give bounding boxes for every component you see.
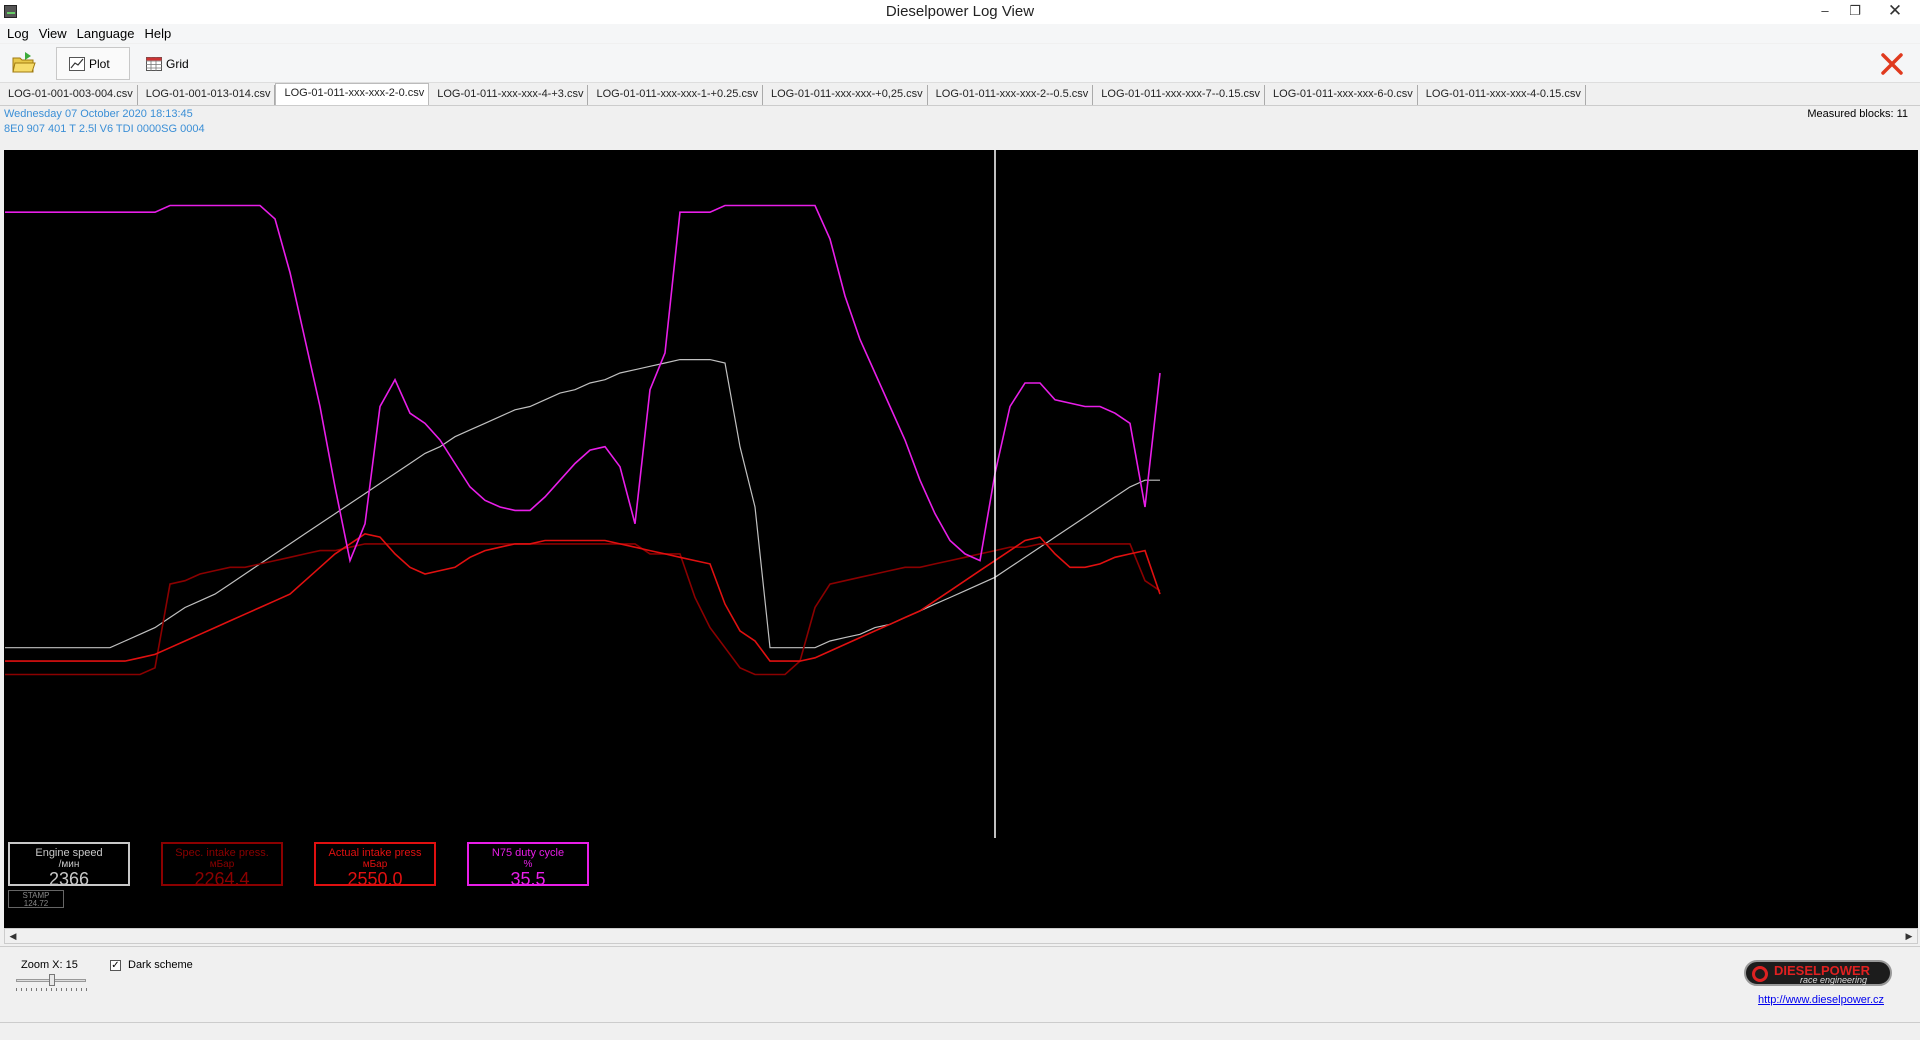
series-line-spec-intake-press- — [5, 543, 1161, 676]
gauge-name: Engine speed — [35, 847, 103, 859]
tab-file[interactable]: LOG-01-001-003-004.csv — [0, 85, 138, 105]
series-line-engine-speed — [5, 359, 1160, 649]
log-info: Wednesday 07 October 2020 18:13:45 8E0 9… — [4, 107, 205, 137]
grid-button[interactable]: Grid — [134, 47, 204, 80]
dark-scheme-label: Dark scheme — [128, 959, 193, 971]
status-bar — [0, 1022, 1920, 1040]
measured-blocks: Measured blocks: 11 — [1807, 108, 1908, 120]
gauge-spec-intake: Spec. intake press. мБар 2264.4 — [161, 842, 283, 889]
tab-file[interactable]: LOG-01-011-xxx-xxx-1-+0.25.csv — [588, 85, 763, 105]
ecu-id: 8E0 907 401 T 2.5l V6 TDI 0000SG 0004 — [4, 123, 205, 135]
gauge-n75-duty: N75 duty cycle % 35.5 — [467, 842, 589, 889]
plot-icon — [69, 56, 85, 71]
logo-turbo-icon — [1752, 966, 1768, 982]
tab-file-active[interactable]: LOG-01-011-xxx-xxx-2-0.csv — [275, 83, 430, 105]
toolbar: Plot Grid — [0, 44, 1920, 83]
stamp-box: STAMP 124.72 — [8, 890, 64, 908]
tab-file[interactable]: LOG-01-011-xxx-xxx-6-0.csv — [1265, 85, 1418, 105]
title-bar: Dieselpower Log View – ❐ ✕ — [0, 0, 1920, 24]
grid-icon — [146, 56, 162, 71]
tab-file[interactable]: LOG-01-011-xxx-xxx-4-0.15.csv — [1418, 85, 1586, 105]
gauge-value: 2264.4 — [194, 869, 250, 889]
menu-language[interactable]: Language — [72, 24, 140, 43]
slider-ticks — [16, 988, 88, 991]
window-controls: – ❐ ✕ — [1810, 0, 1920, 22]
logo-subtext: race engineering — [1800, 975, 1868, 985]
dark-scheme-checkbox[interactable]: ✓ — [110, 959, 121, 971]
menu-help[interactable]: Help — [140, 24, 177, 43]
scroll-right-icon[interactable]: ▶ — [1902, 930, 1916, 942]
tab-file[interactable]: LOG-01-011-xxx-xxx-2--0.5.csv — [928, 85, 1094, 105]
file-tabs: LOG-01-001-003-004.csv LOG-01-001-013-01… — [0, 83, 1920, 106]
zoom-label: Zoom X: 15 — [21, 959, 78, 971]
minimize-button[interactable]: – — [1810, 0, 1840, 22]
zoom-slider[interactable] — [16, 974, 88, 991]
plot-label: Plot — [89, 56, 110, 71]
window-title: Dieselpower Log View — [885, 3, 1035, 20]
menu-log[interactable]: Log — [2, 24, 34, 43]
gauge-value: 2550.0 — [347, 869, 403, 889]
horizontal-scrollbar[interactable]: ◀ ▶ — [4, 928, 1918, 944]
log-chart[interactable] — [4, 150, 1918, 928]
series-line-n75-duty-cycle — [5, 204, 1161, 564]
tab-file[interactable]: LOG-01-011-xxx-xxx-+0,25.csv — [763, 85, 928, 105]
scroll-left-icon[interactable]: ◀ — [6, 930, 20, 942]
tab-file[interactable]: LOG-01-011-xxx-xxx-4-+3.csv — [429, 85, 589, 105]
slider-thumb[interactable] — [49, 974, 55, 986]
gauge-name: Spec. intake press. — [175, 847, 269, 859]
gauge-actual-intake: Actual intake press мБар 2550.0 — [314, 842, 436, 889]
tab-file[interactable]: LOG-01-011-xxx-xxx-7--0.15.csv — [1093, 85, 1266, 105]
open-folder-icon[interactable] — [11, 50, 37, 76]
gauge-name: N75 duty cycle — [491, 847, 565, 859]
gauge-value: 2366 — [48, 869, 90, 889]
grid-label: Grid — [166, 56, 189, 71]
close-log-icon[interactable] — [1878, 50, 1906, 78]
menu-view[interactable]: View — [34, 24, 72, 43]
bottom-panel: Zoom X: 15 ✓ Dark scheme DIESELPOWER rac… — [0, 946, 1920, 1022]
gauge-name: Actual intake press — [328, 847, 422, 859]
plot-area[interactable]: Engine speed /мин 2366 Spec. intake pres… — [4, 150, 1918, 928]
log-date: Wednesday 07 October 2020 18:13:45 — [4, 108, 193, 120]
menu-bar: Log View Language Help — [0, 24, 1920, 43]
gauge-value: 35.5 — [510, 869, 546, 889]
stamp-value: 124.72 — [23, 899, 49, 908]
gauge-engine-speed: Engine speed /мин 2366 — [8, 842, 130, 889]
plot-button[interactable]: Plot — [56, 47, 130, 80]
tab-file[interactable]: LOG-01-001-013-014.csv — [138, 85, 276, 105]
website-link[interactable]: http://www.dieselpower.cz — [1758, 994, 1884, 1006]
dieselpower-logo: DIESELPOWER race engineering — [1744, 960, 1892, 986]
dark-scheme-toggle[interactable]: ✓ Dark scheme — [110, 959, 193, 971]
restore-button[interactable]: ❐ — [1840, 0, 1870, 22]
close-window-button[interactable]: ✕ — [1870, 0, 1920, 22]
